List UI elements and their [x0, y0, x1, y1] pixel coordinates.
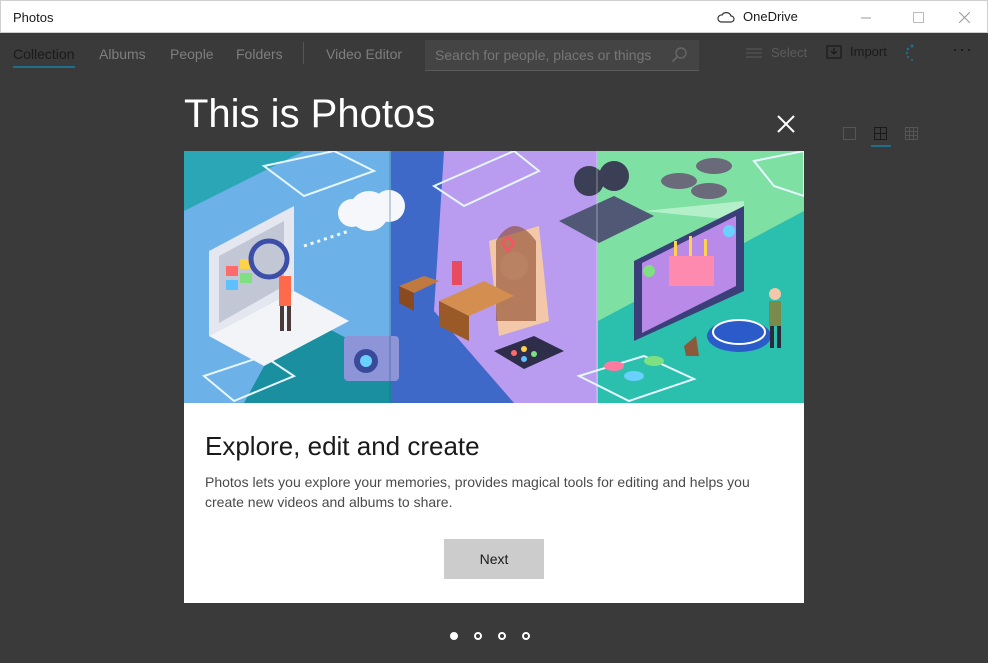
tab-video-editor[interactable]: Video Editor — [326, 46, 402, 62]
tab-collection[interactable]: Collection — [13, 46, 74, 62]
cloud-icon — [717, 11, 735, 23]
title-bar: Photos OneDrive — [0, 0, 988, 33]
loading-spinner-icon — [905, 44, 914, 61]
tab-folders[interactable]: Folders — [236, 46, 283, 62]
maximize-button[interactable] — [895, 1, 941, 33]
import-label: Import — [850, 44, 887, 59]
page-indicator — [450, 632, 530, 640]
small-tile-view-icon[interactable] — [905, 127, 919, 141]
page-dot-2[interactable] — [474, 632, 482, 640]
dialog-card: Explore, edit and create Photos lets you… — [184, 403, 804, 603]
select-label: Select — [771, 45, 808, 60]
close-window-button[interactable] — [941, 1, 987, 33]
card-heading: Explore, edit and create — [205, 431, 480, 461]
more-options-icon[interactable]: ··· — [952, 39, 973, 60]
dialog-title: This is Photos — [184, 92, 436, 136]
search-box[interactable]: Search for people, places or things — [425, 40, 699, 71]
nav-bar: Collection Albums People Folders Video E… — [0, 33, 988, 73]
next-button[interactable]: Next — [444, 539, 544, 579]
tab-people[interactable]: People — [170, 46, 214, 62]
page-dot-1[interactable] — [450, 632, 458, 640]
large-tile-view-icon[interactable] — [843, 127, 857, 141]
search-input[interactable]: Search for people, places or things — [435, 47, 651, 63]
close-dialog-icon[interactable] — [776, 114, 796, 134]
import-icon — [826, 44, 842, 59]
select-button[interactable]: Select — [745, 45, 807, 60]
card-description: Photos lets you explore your memories, p… — [205, 474, 750, 510]
medium-tile-view-icon[interactable] — [874, 127, 888, 141]
maximize-icon — [912, 11, 924, 23]
hero-illustration — [184, 151, 804, 403]
minimize-button[interactable] — [843, 1, 889, 33]
onedrive-button[interactable]: OneDrive — [717, 9, 798, 24]
search-icon[interactable] — [671, 46, 689, 64]
page-dot-4[interactable] — [522, 632, 530, 640]
active-tab-indicator — [13, 66, 75, 68]
onedrive-label: OneDrive — [743, 9, 798, 24]
page-dot-3[interactable] — [498, 632, 506, 640]
app-title: Photos — [13, 10, 54, 25]
import-button[interactable]: Import — [826, 44, 887, 59]
tab-albums[interactable]: Albums — [99, 46, 146, 62]
nav-divider — [303, 42, 304, 64]
view-active-indicator — [871, 145, 891, 147]
close-window-icon — [958, 11, 970, 23]
select-list-icon — [746, 47, 762, 58]
minimize-icon — [860, 17, 871, 18]
